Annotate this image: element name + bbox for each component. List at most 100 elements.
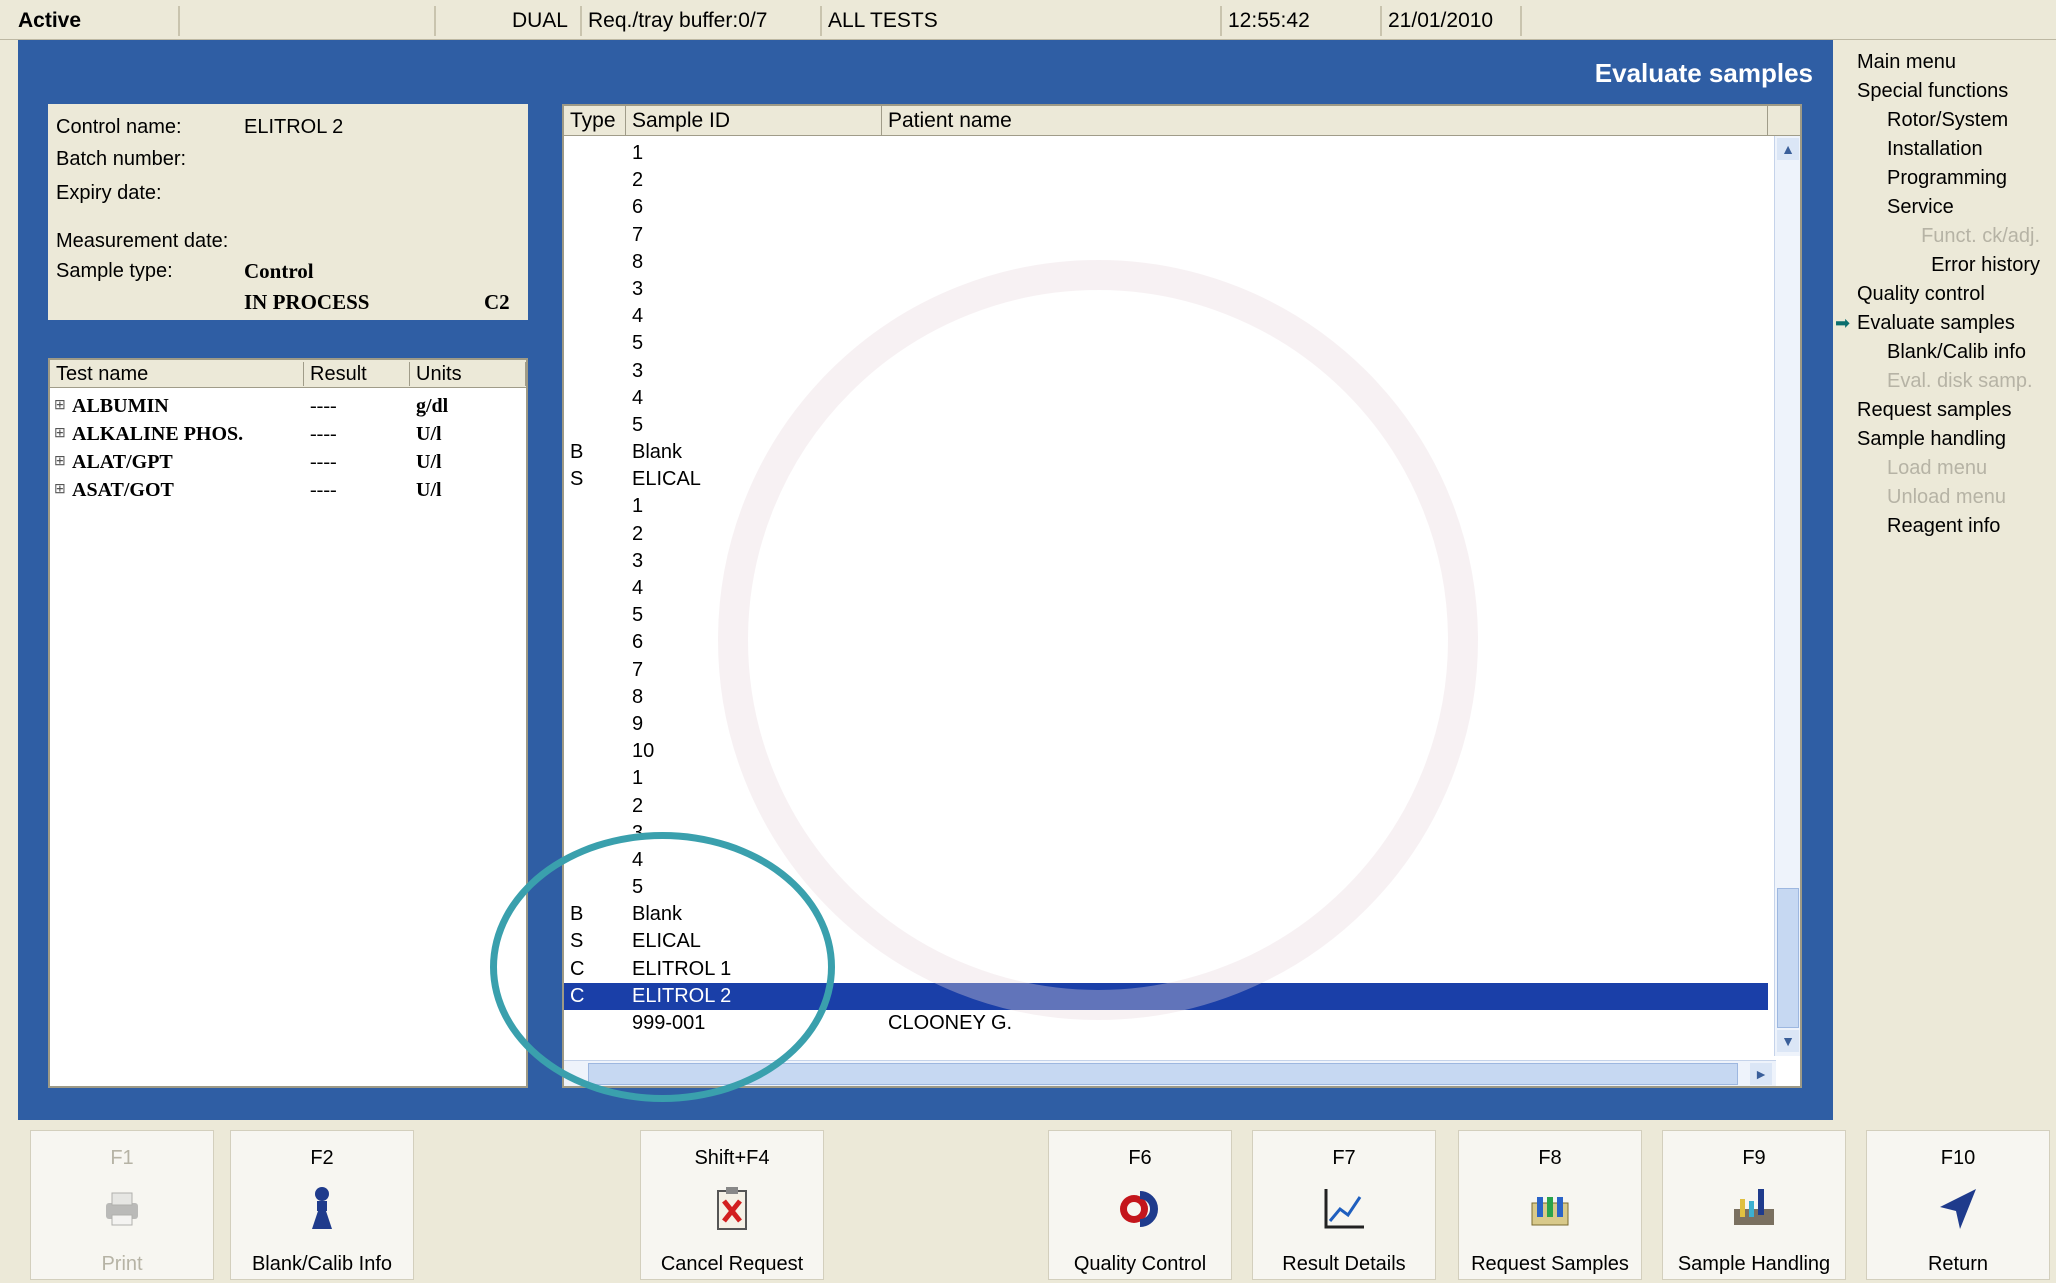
sample-row[interactable]: 4 [564, 385, 1768, 412]
sample-row[interactable]: 4 [564, 847, 1768, 874]
sample-row[interactable]: 3 [564, 548, 1768, 575]
expand-icon[interactable]: ⊞ [54, 476, 66, 504]
fkey-sample-handling-button[interactable]: F9 Sample Handling [1662, 1130, 1846, 1280]
menu-item-special-functions[interactable]: Special functions [1857, 77, 2008, 105]
sample-row[interactable]: 1 [564, 140, 1768, 167]
horizontal-scrollbar[interactable]: ► [564, 1060, 1776, 1086]
fkey-cancel-request-button[interactable]: Shift+F4 Cancel Request [640, 1130, 824, 1280]
menu-item-programming[interactable]: Programming [1887, 164, 2007, 192]
side-menu: Main menu Special functions Rotor/System In… [1833, 40, 2056, 1120]
sample-id: 2 [632, 522, 644, 545]
test-row[interactable]: ⊞ ALAT/GPT ---- U/l [50, 448, 526, 476]
menu-item-error-history[interactable]: Error history [1931, 251, 2040, 279]
menu-item-installation[interactable]: Installation [1887, 135, 1983, 163]
menu-item-sample-handling[interactable]: Sample handling [1857, 425, 2006, 453]
menu-item-request-samples[interactable]: Request samples [1857, 396, 2012, 424]
sample-row[interactable]: 2 [564, 167, 1768, 194]
control-name-label: Control name: [56, 116, 182, 138]
sample-row[interactable]: 5 [564, 874, 1768, 901]
col-patient-name[interactable]: Patient name [882, 106, 1768, 136]
expand-icon[interactable]: ⊞ [54, 420, 66, 448]
hscroll-thumb[interactable] [588, 1063, 1738, 1085]
sample-row[interactable]: 8 [564, 249, 1768, 276]
status-tests: ALL TESTS [822, 6, 1222, 36]
sample-row[interactable]: 10 [564, 738, 1768, 765]
menu-item-evaluate-samples[interactable]: Evaluate samples [1857, 309, 2015, 337]
expand-icon[interactable]: ⊞ [54, 392, 66, 420]
status-state: Active [12, 6, 180, 36]
col-result[interactable]: Result [304, 362, 410, 386]
sample-row[interactable]: 7 [564, 657, 1768, 684]
sample-row[interactable]: 9 [564, 711, 1768, 738]
test-row[interactable]: ⊞ ALKALINE PHOS. ---- U/l [50, 420, 526, 448]
test-row[interactable]: ⊞ ASAT/GOT ---- U/l [50, 476, 526, 504]
chart-icon [1318, 1183, 1370, 1235]
sample-row-selected[interactable]: C ELITROL 2 [564, 982, 1768, 1010]
fkey-blank-calib-info-button[interactable]: F2 Blank/Calib Info [230, 1130, 414, 1280]
fkey-quality-control-button[interactable]: F6 Quality Control [1048, 1130, 1232, 1280]
sample-id: Blank [632, 903, 683, 926]
col-test-name[interactable]: Test name [50, 362, 304, 386]
fkey-return-button[interactable]: F10 Return [1866, 1130, 2050, 1280]
fkey-label: Print [101, 1253, 143, 1275]
sample-id: 9 [632, 712, 644, 735]
scroll-thumb[interactable] [1777, 888, 1799, 1028]
fkey-label: Blank/Calib Info [251, 1253, 393, 1275]
menu-item-quality-control[interactable]: Quality control [1857, 280, 1985, 308]
col-sample-id[interactable]: Sample ID [626, 106, 882, 136]
test-row[interactable]: ⊞ ALBUMIN ---- g/dl [50, 392, 526, 420]
sample-row[interactable]: 4 [564, 575, 1768, 602]
scroll-right-icon[interactable]: ► [1750, 1063, 1772, 1085]
batch-number-label: Batch number: [56, 148, 187, 170]
sample-id: 3 [632, 549, 644, 572]
sample-row[interactable]: 2 [564, 793, 1768, 820]
sample-id: 5 [632, 876, 644, 899]
sample-row[interactable]: 1 [564, 493, 1768, 520]
fkey-request-samples-button[interactable]: F8 Request Samples [1458, 1130, 1642, 1280]
sample-row[interactable]: 999-001 CLOONEY G. [564, 1010, 1768, 1037]
vertical-scrollbar[interactable]: ▲ ▼ [1774, 136, 1800, 1056]
sample-id: 1 [632, 142, 644, 164]
sample-row[interactable]: 5 [564, 330, 1768, 357]
sample-id: 4 [632, 848, 644, 871]
menu-item-service[interactable]: Service [1887, 193, 1954, 221]
sample-id: 1 [632, 767, 644, 790]
sample-row[interactable]: B Blank [564, 901, 1768, 928]
sample-row[interactable]: B Blank [564, 439, 1768, 466]
sample-row[interactable]: C ELITROL 1 [564, 956, 1768, 983]
fkey-label: Sample Handling [1677, 1253, 1831, 1275]
sample-list-header: Type Sample ID Patient name [564, 106, 1800, 136]
test-units: U/l [416, 451, 442, 473]
sample-row[interactable]: 3 [564, 276, 1768, 303]
sample-row[interactable]: 1 [564, 765, 1768, 792]
sample-row[interactable]: 2 [564, 521, 1768, 548]
sample-row[interactable]: 3 [564, 820, 1768, 847]
scroll-up-icon[interactable]: ▲ [1777, 138, 1799, 160]
menu-item-rotor-system[interactable]: Rotor/System [1887, 106, 2008, 134]
fkey-result-details-button[interactable]: F7 Result Details [1252, 1130, 1436, 1280]
status-empty-cell [180, 6, 436, 36]
test-result: ---- [310, 479, 337, 501]
fkey-shortcut: F2 [310, 1147, 334, 1169]
col-units[interactable]: Units [410, 362, 526, 386]
sample-row[interactable]: 5 [564, 602, 1768, 629]
menu-item-blank-calib-info[interactable]: Blank/Calib info [1887, 338, 2026, 366]
sample-row[interactable]: 5 [564, 412, 1768, 439]
sample-row[interactable]: 6 [564, 194, 1768, 221]
sample-row[interactable]: S ELICAL [564, 466, 1768, 493]
sample-row[interactable]: S ELICAL [564, 928, 1768, 955]
sample-row[interactable]: 7 [564, 222, 1768, 249]
sample-id: 2 [632, 794, 644, 817]
sample-row[interactable]: 6 [564, 629, 1768, 656]
sample-row[interactable]: 8 [564, 684, 1768, 711]
menu-item-reagent-info[interactable]: Reagent info [1887, 512, 2000, 540]
col-type[interactable]: Type [564, 106, 626, 136]
scroll-down-icon[interactable]: ▼ [1777, 1030, 1799, 1052]
function-key-bar: F1 Print F2 Blank/Calib Info Shift+F4 Cancel … [0, 1120, 2056, 1283]
test-result: ---- [310, 423, 337, 445]
expand-icon[interactable]: ⊞ [54, 448, 66, 476]
menu-item-main-menu[interactable]: Main menu [1857, 48, 1956, 76]
sample-row[interactable]: 3 [564, 358, 1768, 385]
qc-icon [1114, 1183, 1166, 1235]
sample-row[interactable]: 4 [564, 303, 1768, 330]
